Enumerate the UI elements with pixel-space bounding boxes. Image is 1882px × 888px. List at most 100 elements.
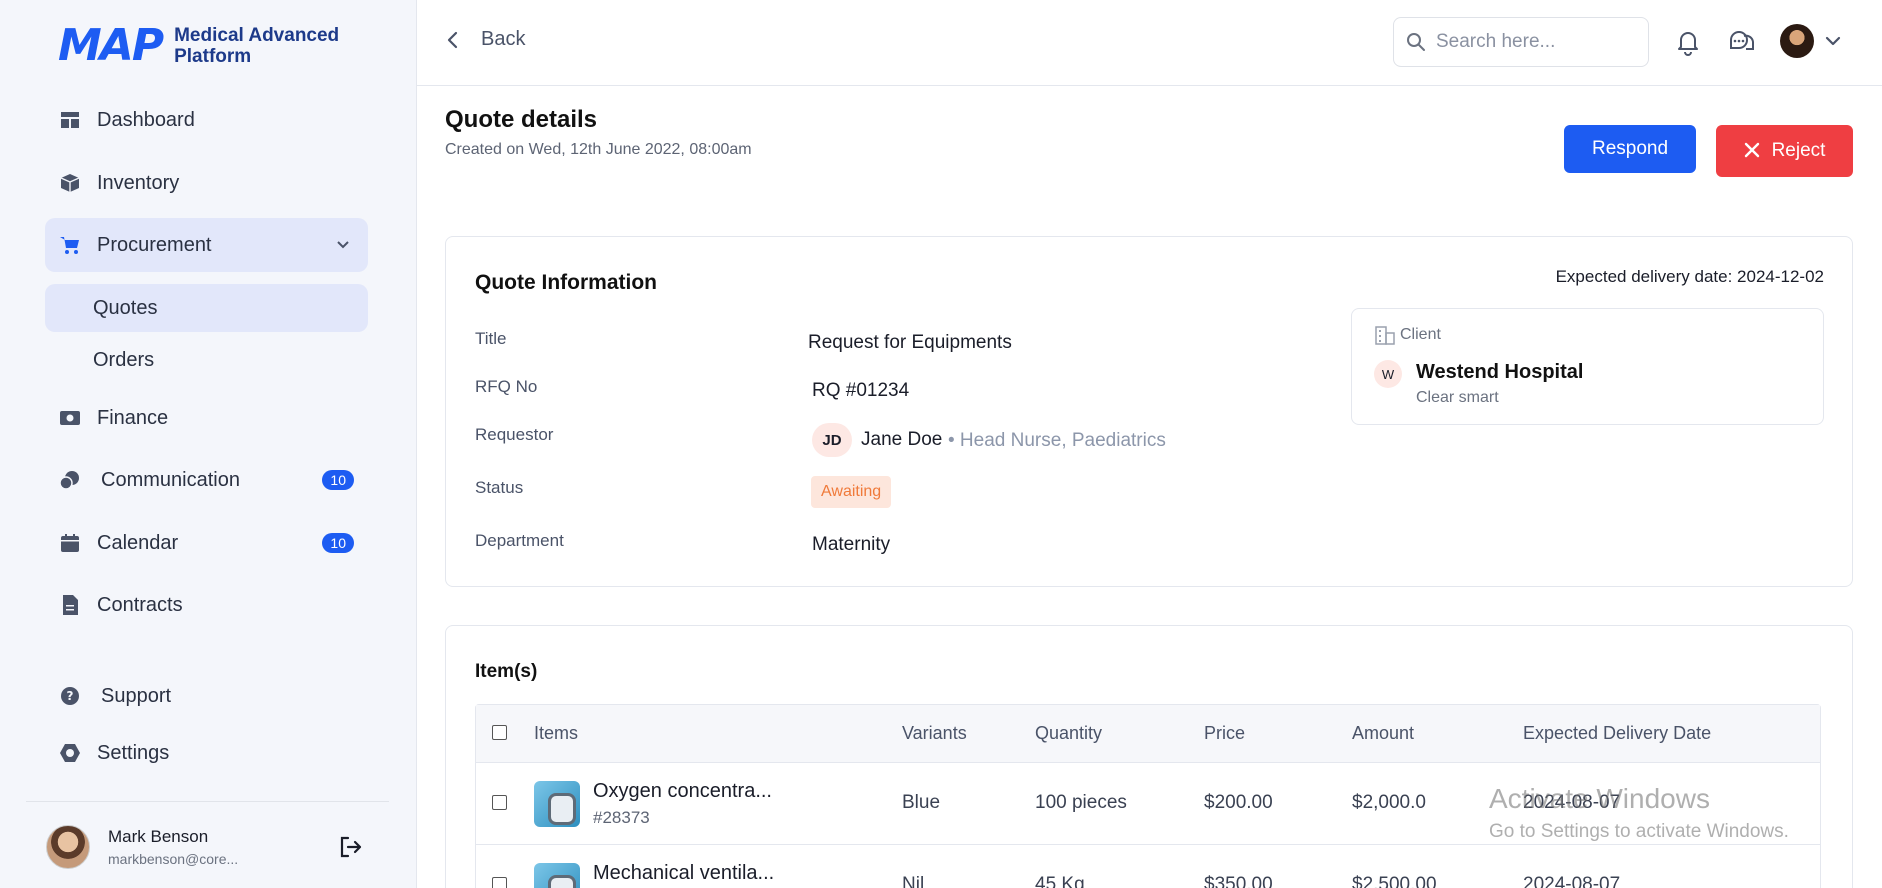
close-icon — [1744, 138, 1760, 164]
created-date: Created on Wed, 12th June 2022, 08:00am — [445, 141, 752, 158]
sidebar-item-contracts[interactable]: Contracts — [45, 578, 368, 632]
items-card: Item(s) Items Variants Quantity Price Am… — [445, 625, 1853, 888]
quote-information-card: Quote Information Expected delivery date… — [445, 236, 1853, 587]
client-avatar: W — [1374, 360, 1402, 388]
bell-icon[interactable] — [1674, 28, 1702, 56]
sidebar-item-procurement[interactable]: Procurement — [45, 218, 368, 272]
sidebar-item-label: Finance — [97, 406, 169, 429]
expected-delivery-date: Expected delivery date: 2024-12-02 — [1555, 267, 1824, 286]
row-checkbox[interactable] — [492, 877, 507, 888]
item-quantity: 100 pieces — [1035, 792, 1127, 813]
section-title: Item(s) — [475, 661, 538, 682]
select-all-checkbox[interactable] — [492, 725, 507, 740]
brand-logo[interactable]: MAP Medical Advanced Platform — [58, 24, 339, 68]
sidebar-divider — [26, 801, 389, 802]
client-box: Client W Westend Hospital Clear smart — [1351, 308, 1824, 425]
sidebar-item-settings[interactable]: Settings — [45, 726, 368, 780]
client-name: Westend Hospital — [1416, 361, 1584, 383]
calendar-icon — [59, 532, 81, 554]
client-label: Client — [1374, 325, 1441, 345]
sidebar-subitem-orders[interactable]: Orders — [45, 336, 368, 384]
money-icon — [59, 407, 81, 429]
reject-button[interactable]: Reject — [1716, 125, 1853, 177]
avatar: JD — [812, 423, 852, 457]
sidebar-item-label: Calendar — [97, 531, 179, 554]
search-input[interactable] — [1436, 31, 1636, 53]
brand-name-line2: Platform — [174, 46, 252, 67]
row-checkbox[interactable] — [492, 795, 507, 810]
search-box[interactable] — [1393, 17, 1649, 67]
sidebar-item-dashboard[interactable]: Dashboard — [45, 93, 368, 147]
requestor-label: Requestor — [475, 425, 554, 444]
cart-icon — [59, 234, 81, 256]
brand-name-line1: Medical Advanced — [174, 25, 340, 46]
status-badge: Awaiting — [811, 476, 892, 508]
item-price: $350.00 — [1204, 874, 1273, 888]
column-header-price: Price — [1204, 723, 1246, 743]
item-amount: $2,000.0 — [1352, 792, 1426, 813]
rfq-value: RQ #01234 — [812, 380, 910, 401]
column-header-quantity: Quantity — [1035, 723, 1103, 743]
sidebar-item-label: Communication — [101, 468, 240, 491]
sidebar-item-inventory[interactable]: Inventory — [45, 156, 368, 210]
help-icon: ? — [59, 685, 81, 707]
status-label: Status — [475, 478, 524, 497]
back-label: Back — [481, 28, 526, 50]
user-profile[interactable]: Mark Benson markbenson@core... — [46, 824, 376, 870]
sidebar: MAP Medical Advanced Platform Dashboard … — [0, 0, 417, 888]
avatar[interactable] — [1780, 24, 1814, 58]
notification-badge: 10 — [322, 470, 354, 490]
avatar — [46, 825, 90, 869]
department-value: Maternity — [812, 534, 891, 555]
page-title: Quote details — [445, 106, 598, 133]
sidebar-item-support[interactable]: ? Support — [45, 669, 368, 723]
chevron-left-icon — [447, 31, 458, 48]
sidebar-item-finance[interactable]: Finance — [45, 391, 368, 445]
watermark-title: Activate Windows — [1489, 783, 1710, 814]
table-row[interactable]: Mechanical ventila... Nil 45 Kg $350.00 … — [476, 845, 1820, 888]
brand-name: Medical Advanced Platform — [174, 25, 339, 67]
item-code: #28373 — [593, 808, 650, 827]
logout-icon[interactable] — [338, 834, 364, 860]
sidebar-item-label: Support — [101, 684, 172, 707]
building-icon — [1375, 326, 1395, 345]
user-email: markbenson@core... — [108, 851, 239, 867]
item-name: Mechanical ventila... — [593, 862, 775, 884]
product-thumbnail — [534, 781, 580, 827]
product-thumbnail — [534, 863, 580, 888]
item-variant: Blue — [902, 792, 941, 813]
column-header-amount: Amount — [1352, 723, 1415, 743]
requestor-role: • Head Nurse, Paediatrics — [948, 430, 1166, 451]
back-button[interactable]: Back — [443, 28, 525, 51]
client-subtitle: Clear smart — [1416, 389, 1499, 406]
chevron-down-icon[interactable] — [1822, 30, 1844, 52]
title-label: Title — [475, 329, 507, 348]
requestor-name: Jane Doe — [861, 429, 943, 450]
sidebar-item-communication[interactable]: Communication 10 — [45, 453, 368, 507]
search-icon — [1407, 33, 1425, 51]
messages-icon[interactable] — [1727, 28, 1755, 56]
title-value: Request for Equipments — [808, 332, 1012, 353]
department-label: Department — [475, 531, 564, 550]
watermark-subtitle: Go to Settings to activate Windows. — [1489, 821, 1789, 842]
section-title: Quote Information — [475, 271, 657, 294]
chat-icon — [59, 469, 81, 491]
svg-text:?: ? — [67, 689, 74, 703]
respond-button[interactable]: Respond — [1564, 125, 1696, 173]
sidebar-subitem-label: Orders — [93, 348, 155, 371]
column-header-delivery-date: Expected Delivery Date — [1523, 723, 1712, 743]
reject-label: Reject — [1771, 140, 1826, 161]
sidebar-subitem-quotes[interactable]: Quotes — [45, 284, 368, 332]
sidebar-item-calendar[interactable]: Calendar 10 — [45, 516, 368, 570]
dashboard-icon — [59, 109, 81, 131]
table-header: Items Variants Quantity Price Amount Exp… — [476, 705, 1820, 763]
notification-badge: 10 — [322, 533, 354, 553]
item-variant: Nil — [902, 874, 925, 888]
sidebar-item-label: Settings — [97, 741, 170, 764]
item-amount: $2,500.00 — [1352, 874, 1437, 888]
item-delivery-date: 2024-08-07 — [1523, 874, 1621, 888]
item-name: Oxygen concentra... — [593, 780, 772, 802]
top-bar: Back — [417, 0, 1882, 86]
chevron-down-icon[interactable] — [336, 237, 350, 253]
sidebar-item-label: Contracts — [97, 593, 183, 616]
